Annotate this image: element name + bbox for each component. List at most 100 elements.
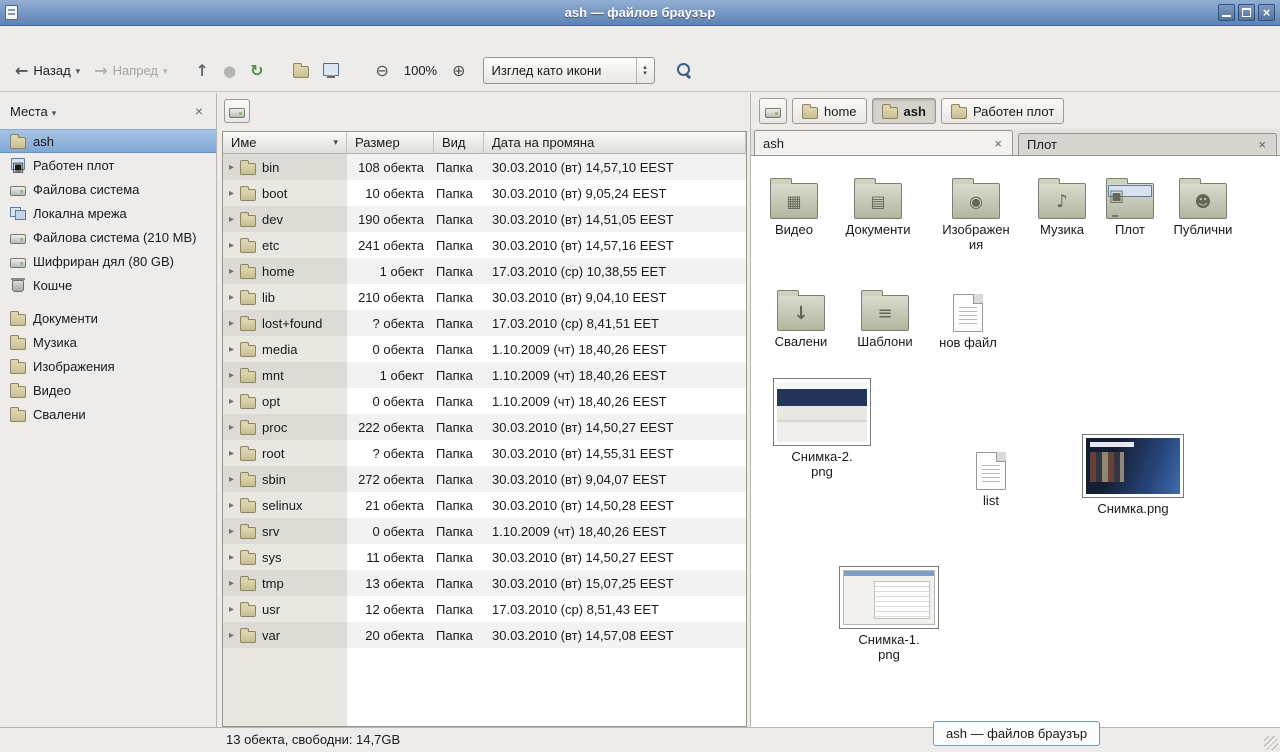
up-button[interactable]	[189, 55, 216, 86]
expander-icon[interactable]	[229, 266, 234, 277]
expander-icon[interactable]	[229, 552, 234, 563]
reload-button[interactable]	[243, 55, 270, 86]
expander-icon[interactable]	[229, 214, 234, 225]
sidebar-place-item[interactable]: Видео	[0, 378, 216, 402]
file-item[interactable]: Шаблони	[845, 286, 925, 350]
table-row[interactable]: boot 10 обекта Папка 30.03.2010 (вт) 9,0…	[223, 180, 746, 206]
expander-icon[interactable]	[229, 500, 234, 511]
sidebar-place-item[interactable]: Работен плот	[0, 153, 216, 177]
expander-icon[interactable]	[229, 370, 234, 381]
combo-spinner-icon[interactable]	[636, 58, 654, 83]
menu-item[interactable]	[25, 35, 45, 41]
forward-history-caret-icon[interactable]	[163, 63, 168, 78]
expander-icon[interactable]	[229, 578, 234, 589]
table-row[interactable]: lost+found ? обекта Папка 17.03.2010 (ср…	[223, 310, 746, 336]
table-row[interactable]: usr 12 обекта Папка 17.03.2010 (ср) 8,51…	[223, 596, 746, 622]
expander-icon[interactable]	[229, 630, 234, 641]
back-history-caret-icon[interactable]	[76, 63, 81, 78]
table-row[interactable]: bin 108 обекта Папка 30.03.2010 (вт) 14,…	[223, 154, 746, 180]
menu-item[interactable]	[105, 35, 125, 41]
expander-icon[interactable]	[229, 474, 234, 485]
table-row[interactable]: tmp 13 обекта Папка 30.03.2010 (вт) 15,0…	[223, 570, 746, 596]
expander-icon[interactable]	[229, 396, 234, 407]
expander-icon[interactable]	[229, 240, 234, 251]
expander-icon[interactable]	[229, 188, 234, 199]
table-row[interactable]: home 1 обект Папка 17.03.2010 (ср) 10,38…	[223, 258, 746, 284]
table-row[interactable]: sbin 272 обекта Папка 30.03.2010 (вт) 9,…	[223, 466, 746, 492]
breadcrumb-button[interactable]: home	[792, 98, 867, 124]
menu-item[interactable]	[45, 35, 65, 41]
table-row[interactable]: proc 222 обекта Папка 30.03.2010 (вт) 14…	[223, 414, 746, 440]
table-row[interactable]: lib 210 обекта Папка 30.03.2010 (вт) 9,0…	[223, 284, 746, 310]
sidebar-mode-caret-icon[interactable]	[52, 104, 57, 119]
expander-icon[interactable]	[229, 344, 234, 355]
search-button[interactable]	[655, 56, 700, 85]
computer-button[interactable]	[316, 57, 348, 84]
sidebar-place-item[interactable]: Файлова система (210 MB)	[0, 225, 216, 249]
table-row[interactable]: selinux 21 обекта Папка 30.03.2010 (вт) …	[223, 492, 746, 518]
zoom-out-button[interactable]	[368, 55, 395, 86]
file-item[interactable]: Изображения	[936, 174, 1016, 253]
close-button[interactable]	[1258, 4, 1275, 21]
forward-button[interactable]: Напред	[87, 55, 174, 86]
file-item[interactable]: Видео	[754, 174, 834, 238]
file-item[interactable]: Снимка-1.png	[837, 566, 941, 663]
breadcrumb-button[interactable]: ash	[872, 98, 936, 124]
file-item[interactable]: list	[951, 446, 1031, 509]
expander-icon[interactable]	[229, 318, 234, 329]
sidebar-title[interactable]: Места	[10, 104, 48, 119]
home-button[interactable]	[286, 57, 316, 84]
titlebar[interactable]: ash — файлов браузър	[0, 0, 1280, 26]
sidebar-place-item[interactable]: Документи	[0, 306, 216, 330]
back-button[interactable]: Назад	[8, 55, 87, 86]
table-row[interactable]: root ? обекта Папка 30.03.2010 (вт) 14,5…	[223, 440, 746, 466]
file-item[interactable]: Свалени	[761, 286, 841, 350]
minimize-button[interactable]	[1218, 4, 1235, 21]
menu-item[interactable]	[85, 35, 105, 41]
file-item[interactable]: Публични	[1163, 174, 1243, 238]
sidebar-place-item[interactable]: Шифриран дял (80 GB)	[0, 249, 216, 273]
zoom-in-button[interactable]	[445, 55, 472, 86]
table-row[interactable]: sys 11 обекта Папка 30.03.2010 (вт) 14,5…	[223, 544, 746, 570]
breadcrumb-button[interactable]: Работен плот	[941, 98, 1064, 124]
column-header-date[interactable]: Дата на промяна	[484, 132, 746, 154]
tab-close-icon[interactable]	[992, 137, 1004, 150]
maximize-button[interactable]	[1238, 4, 1255, 21]
table-row[interactable]: dev 190 обекта Папка 30.03.2010 (вт) 14,…	[223, 206, 746, 232]
file-item[interactable]: Плот	[1090, 174, 1170, 238]
menu-item[interactable]	[5, 35, 25, 41]
column-header-type[interactable]: Вид	[434, 132, 484, 154]
expander-icon[interactable]	[229, 162, 234, 173]
file-item[interactable]: Снимка.png	[1081, 434, 1185, 517]
table-row[interactable]: opt 0 обекта Папка 1.10.2009 (чт) 18,40,…	[223, 388, 746, 414]
sidebar-place-item[interactable]: Кошче	[0, 273, 216, 297]
tab[interactable]: ash	[754, 130, 1013, 155]
file-item[interactable]: Документи	[838, 174, 918, 238]
expander-icon[interactable]	[229, 448, 234, 459]
expander-icon[interactable]	[229, 292, 234, 303]
table-row[interactable]: media 0 обекта Папка 1.10.2009 (чт) 18,4…	[223, 336, 746, 362]
sidebar-place-item[interactable]: Свалени	[0, 402, 216, 426]
expander-icon[interactable]	[229, 604, 234, 615]
table-row[interactable]: etc 241 обекта Папка 30.03.2010 (вт) 14,…	[223, 232, 746, 258]
table-row[interactable]: srv 0 обекта Папка 1.10.2009 (чт) 18,40,…	[223, 518, 746, 544]
expander-icon[interactable]	[229, 422, 234, 433]
file-item[interactable]: нов файл	[928, 288, 1008, 351]
sidebar-place-item[interactable]: ash	[0, 129, 216, 153]
sidebar-place-item[interactable]: Музика	[0, 330, 216, 354]
expander-icon[interactable]	[229, 526, 234, 537]
sidebar-place-item[interactable]: Локална мрежа	[0, 201, 216, 225]
left-pane-location-button[interactable]	[224, 99, 250, 123]
table-row[interactable]: mnt 1 обект Папка 1.10.2009 (чт) 18,40,2…	[223, 362, 746, 388]
view-mode-combo[interactable]: Изглед като икони	[483, 57, 655, 84]
tab-close-icon[interactable]	[1256, 138, 1268, 151]
resize-grip[interactable]	[1264, 736, 1278, 750]
file-item[interactable]: Снимка-2.png	[770, 378, 874, 480]
column-header-size[interactable]: Размер	[347, 132, 434, 154]
root-crumb-button[interactable]	[759, 98, 787, 124]
table-row[interactable]: var 20 обекта Папка 30.03.2010 (вт) 14,5…	[223, 622, 746, 648]
tab[interactable]: Плот	[1018, 133, 1277, 155]
sidebar-place-item[interactable]: Изображения	[0, 354, 216, 378]
column-header-name[interactable]: Име	[223, 132, 347, 154]
stop-button[interactable]	[216, 56, 243, 86]
